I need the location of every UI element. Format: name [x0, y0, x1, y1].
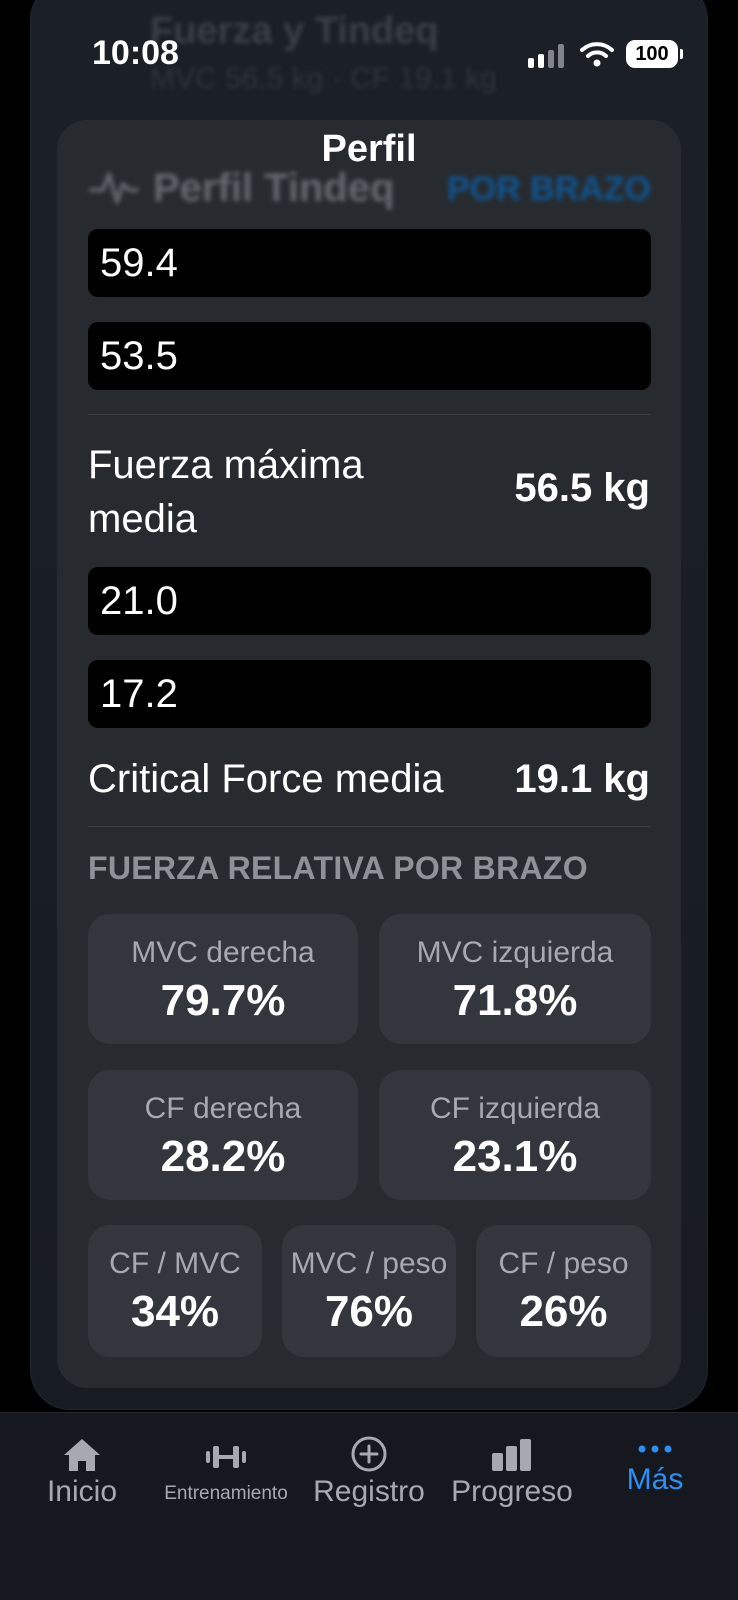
max-force-value: 56.5 kg [514, 466, 650, 510]
chart-bar-icon [490, 1437, 534, 1476]
tab-bar: Inicio Entrenamiento Registro Progreso M… [0, 1412, 738, 1600]
tile-value: 76% [324, 1287, 414, 1336]
ellipsis-icon [637, 1441, 673, 1459]
stat-tile-cf-mvc: CF / MVC 34% [88, 1225, 262, 1357]
tab-entrenamiento[interactable]: Entrenamiento [150, 1413, 302, 1523]
status-bar: 10:08 100 [0, 0, 738, 110]
tile-label: MVC izquierda [416, 936, 614, 969]
cf-left-input[interactable]: 17.2 [88, 660, 651, 728]
tile-value: 26% [519, 1287, 608, 1336]
tile-label: MVC derecha [131, 936, 315, 969]
pulse-icon [89, 162, 139, 224]
cellular-signal-icon [528, 44, 568, 68]
stat-tile-cf-weight: CF / peso 26% [476, 1225, 651, 1357]
tab-label: Registro [313, 1475, 425, 1508]
stat-tile-mvc-left: MVC izquierda 71.8% [379, 914, 651, 1044]
tab-label: Inicio [46, 1475, 118, 1508]
critical-force-label: Critical Force media [88, 757, 444, 801]
mvc-left-input[interactable]: 53.5 [88, 322, 651, 390]
stat-tile-cf-left: CF izquierda 23.1% [379, 1070, 651, 1200]
tile-label: CF / peso [498, 1247, 629, 1280]
critical-force-value: 19.1 kg [514, 757, 650, 801]
tile-value: 28.2% [160, 1132, 286, 1181]
cf-right-input[interactable]: 21.0 [88, 567, 651, 635]
divider [88, 414, 651, 415]
tile-label: MVC / peso [290, 1247, 448, 1280]
divider [88, 826, 651, 827]
plus-circle-icon [350, 1435, 388, 1478]
battery-icon: 100 [626, 40, 683, 68]
card-title: Perfil Tindeq [153, 166, 395, 210]
stat-tile-cf-right: CF derecha 28.2% [88, 1070, 358, 1200]
stat-tile-mvc-right: MVC derecha 79.7% [88, 914, 358, 1044]
tab-label: Entrenamiento [164, 1483, 288, 1504]
tile-value: 71.8% [452, 976, 578, 1025]
tile-value: 23.1% [452, 1132, 578, 1181]
tile-value: 34% [130, 1287, 220, 1336]
tab-mas[interactable]: Más [600, 1413, 710, 1523]
dumbbell-icon [204, 1443, 248, 1476]
tab-label: Más [626, 1463, 684, 1496]
tile-label: CF / MVC [109, 1247, 241, 1280]
tab-label: Progreso [451, 1475, 573, 1508]
tile-value: 79.7% [160, 976, 286, 1025]
per-arm-button[interactable]: POR BRAZO [447, 170, 651, 209]
page-title: Perfil [321, 128, 417, 170]
tab-progreso[interactable]: Progreso [444, 1413, 580, 1523]
max-force-label: Fuerza máxima media [88, 443, 364, 541]
wifi-icon [580, 40, 614, 68]
mvc-right-input[interactable]: 59.4 [88, 229, 651, 297]
stat-tile-mvc-weight: MVC / peso 76% [282, 1225, 456, 1357]
tab-inicio[interactable]: Inicio [22, 1413, 142, 1523]
tab-registro[interactable]: Registro [306, 1413, 432, 1523]
status-time: 10:08 [92, 34, 179, 72]
tile-label: CF izquierda [429, 1092, 601, 1125]
tile-label: CF derecha [144, 1092, 302, 1125]
section-header: FUERZA RELATIVA POR BRAZO [88, 850, 588, 886]
house-icon [62, 1437, 102, 1478]
